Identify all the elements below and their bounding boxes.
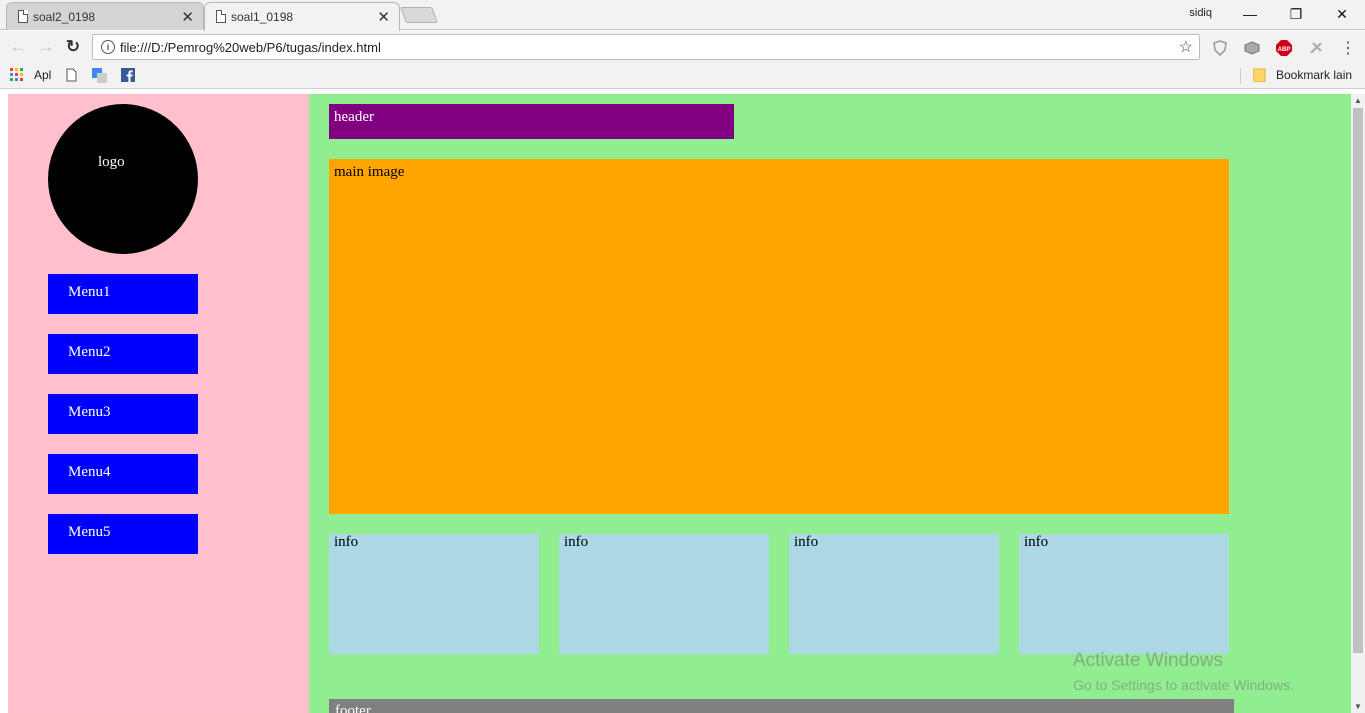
sidebar: logo Menu1 Menu2 Menu3 Menu4 Menu5 [8,94,309,713]
menu-item-3[interactable]: Menu3 [48,394,198,434]
activate-windows-watermark: Activate Windows Go to Settings to activ… [1073,650,1294,693]
scrollbar-thumb[interactable] [1353,108,1363,653]
page-icon [216,10,226,23]
info-box-4: info [1019,534,1229,654]
puzzle-extension-icon[interactable] [1307,39,1325,57]
page-viewport: logo Menu1 Menu2 Menu3 Menu4 Menu5 heade… [0,90,1365,713]
cube-extension-icon[interactable] [1243,39,1261,57]
folder-icon [1253,68,1266,82]
shield-extension-icon[interactable] [1211,39,1229,57]
menu-kebab-icon[interactable]: ⋮ [1339,39,1357,57]
tab-strip: soal2_0198 ✕ soal1_0198 ✕ sidiq — ❐ ✕ [0,0,1365,31]
address-bar[interactable]: i file:///D:/Pemrog%20web/P6/tugas/index… [92,34,1200,60]
bookmarks-bar: Apl Bookmark lain [0,63,1365,89]
toolbar: ← → ↻ i file:///D:/Pemrog%20web/P6/tugas… [0,31,1365,63]
info-box-3: info [789,534,999,654]
apps-grid-icon [10,68,23,81]
watermark-title: Activate Windows [1073,650,1223,671]
profile-name[interactable]: sidiq [1189,7,1212,19]
star-icon[interactable]: ☆ [1179,37,1193,57]
menu-item-2[interactable]: Menu2 [48,334,198,374]
page-icon [18,10,28,23]
facebook-icon [121,68,135,82]
bookmarks-divider [1240,68,1241,84]
minimize-button[interactable]: — [1227,3,1273,25]
content-area: header main image info info info info fo… [309,94,1351,713]
vertical-scrollbar[interactable]: ▲ ▼ [1351,94,1365,713]
page-footer: footer [329,699,1234,713]
other-bookmarks-label: Bookmark lain [1276,68,1353,82]
apps-label: Apl [34,68,52,82]
page-header: header [329,104,734,139]
adblock-label: ABP [1278,47,1291,53]
scroll-down-icon[interactable]: ▼ [1354,702,1362,711]
menu-item-1[interactable]: Menu1 [48,274,198,314]
new-tab-button[interactable] [400,7,438,23]
bookmark-facebook[interactable] [121,68,135,82]
info-icon[interactable]: i [101,40,115,54]
close-window-button[interactable]: ✕ [1319,3,1365,25]
bookmark-page[interactable] [66,68,77,82]
translate-icon [92,68,107,83]
tab-title: soal2_0198 [33,9,96,24]
restore-button[interactable]: ❐ [1273,3,1319,25]
logo: logo [48,104,198,254]
reload-button[interactable]: ↻ [62,36,84,58]
forward-button[interactable]: → [35,36,57,58]
adblock-icon[interactable]: ABP [1275,39,1293,57]
url-text[interactable]: file:///D:/Pemrog%20web/P6/tugas/index.h… [120,40,381,55]
close-icon[interactable]: ✕ [181,8,194,26]
bookmark-translate[interactable] [92,68,107,83]
close-icon[interactable]: ✕ [377,8,390,26]
apps-shortcut[interactable]: Apl [10,68,51,82]
tab-title: soal1_0198 [231,10,294,24]
tab-soal2[interactable]: soal2_0198 ✕ [6,2,204,30]
info-box-1: info [329,534,539,654]
info-box-2: info [559,534,769,654]
logo-text: logo [98,154,125,170]
tab-soal1[interactable]: soal1_0198 ✕ [204,2,400,31]
other-bookmarks[interactable]: Bookmark lain [1253,68,1352,82]
scroll-up-icon[interactable]: ▲ [1354,96,1362,105]
watermark-subtitle: Go to Settings to activate Windows. [1073,677,1294,693]
back-button[interactable]: ← [7,36,29,58]
menu-item-5[interactable]: Menu5 [48,514,198,554]
main-image: main image [329,159,1229,514]
menu-item-4[interactable]: Menu4 [48,454,198,494]
page-icon [66,68,77,82]
